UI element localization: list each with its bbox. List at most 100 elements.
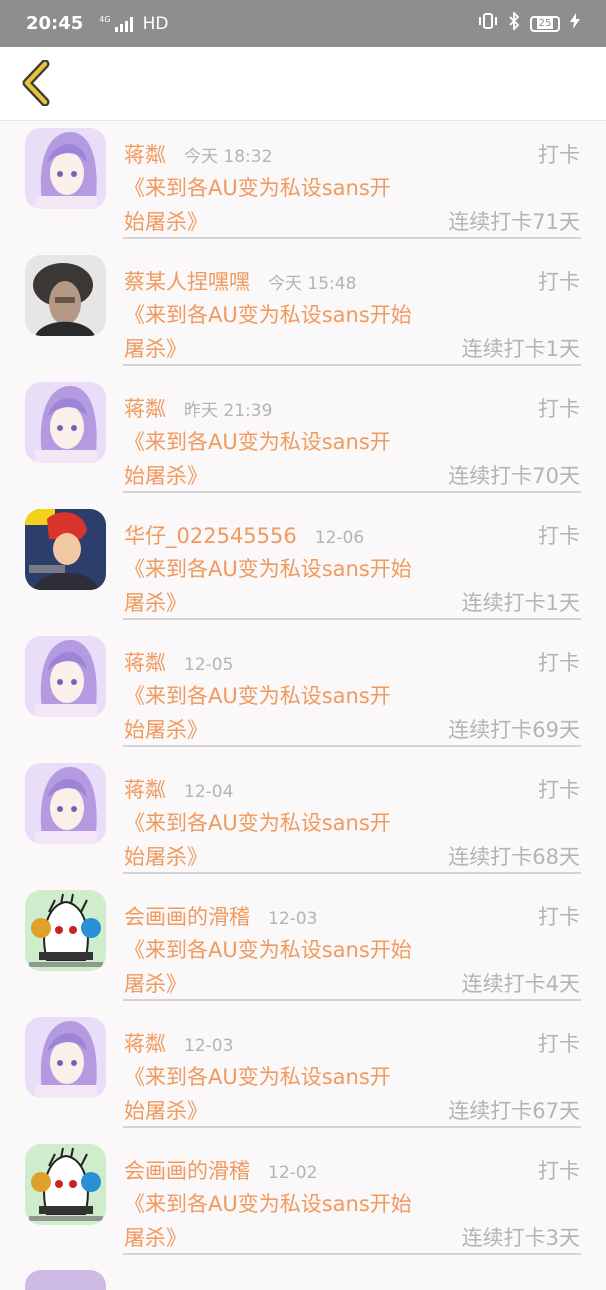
list-item[interactable]: 华仔_022545556 12-06 打卡 《来到各AU变为私设sans开始 屠… (0, 502, 606, 629)
post-time: 12-02 (268, 1163, 318, 1183)
avatar[interactable] (25, 763, 106, 844)
user-name[interactable]: 蒋粼 (124, 393, 166, 423)
item-header: 会画画的滑稽 12-03 (124, 901, 318, 929)
status-right: 25 (478, 10, 580, 35)
book-title-line-2: 始屠杀》 (124, 845, 208, 869)
list-item[interactable]: 蒋粼 12-04 打卡 《来到各AU变为私设sans开 始屠杀》 连续打卡68天 (0, 756, 606, 883)
divider (123, 1126, 581, 1128)
user-name[interactable]: 蒋粼 (124, 774, 166, 804)
divider (123, 872, 581, 874)
list-item[interactable]: 会画画的滑稽 12-03 打卡 《来到各AU变为私设sans开始 屠杀》 连续打… (0, 883, 606, 1010)
avatar[interactable] (25, 890, 106, 971)
streak-count: 连续打卡3天 (461, 1226, 580, 1250)
action-label: 打卡 (538, 397, 580, 421)
book-title-line-2: 始屠杀》 (124, 464, 208, 488)
book-title-line-2: 屠杀》 (124, 1226, 187, 1250)
book-title-line-2: 始屠杀》 (124, 210, 208, 234)
streak-count: 连续打卡67天 (448, 1099, 580, 1123)
action-label: 打卡 (538, 524, 580, 548)
list-item[interactable]: 蒋粼 昨天 21:39 打卡 《来到各AU变为私设sans开 始屠杀》 连续打卡… (0, 375, 606, 502)
book-title-line-1: 《来到各AU变为私设sans开 (124, 684, 391, 708)
book-title[interactable]: 《来到各AU变为私设sans开 始屠杀》 (124, 425, 391, 493)
status-time: 20:45 (26, 13, 84, 34)
action-label: 打卡 (538, 1032, 580, 1056)
item-header: 蒋粼 12-03 (124, 1028, 234, 1056)
book-title[interactable]: 《来到各AU变为私设sans开始 屠杀》 (124, 933, 412, 1001)
book-title[interactable]: 《来到各AU变为私设sans开始 屠杀》 (124, 552, 412, 620)
action-label: 打卡 (538, 1159, 580, 1183)
list-item[interactable]: 蒋粼 今天 18:32 打卡 《来到各AU变为私设sans开 始屠杀》 连续打卡… (0, 121, 606, 248)
book-title-line-1: 《来到各AU变为私设sans开始 (124, 303, 412, 327)
signal-icon: 4G (99, 15, 133, 32)
avatar[interactable] (25, 509, 106, 590)
avatar[interactable] (25, 255, 106, 336)
avatar[interactable] (25, 382, 106, 463)
bluetooth-icon (508, 10, 520, 35)
book-title-line-1: 《来到各AU变为私设sans开始 (124, 557, 412, 581)
item-header: 会画画的滑稽 12-02 (124, 1155, 318, 1183)
action-label: 打卡 (538, 270, 580, 294)
avatar[interactable] (25, 128, 106, 209)
book-title-line-1: 《来到各AU变为私设sans开 (124, 1065, 391, 1089)
user-name[interactable]: 蒋粼 (124, 139, 166, 169)
item-header: 蔡某人捏嘿嘿 今天 15:48 (124, 266, 357, 294)
avatar[interactable] (25, 636, 106, 717)
book-title-line-1: 《来到各AU变为私设sans开 (124, 811, 391, 835)
list-item[interactable]: 蒋粼 12-05 打卡 《来到各AU变为私设sans开 始屠杀》 连续打卡69天 (0, 629, 606, 756)
charging-icon (570, 13, 580, 34)
divider (123, 237, 581, 239)
list-item[interactable]: 蔡某人捏嘿嘿 今天 15:48 打卡 《来到各AU变为私设sans开始 屠杀》 … (0, 248, 606, 375)
action-label: 打卡 (538, 651, 580, 675)
battery-icon: 25 (530, 15, 560, 32)
status-bar: 20:45 4G HD 25 (0, 0, 606, 47)
streak-count: 连续打卡71天 (448, 210, 580, 234)
book-title[interactable]: 《来到各AU变为私设sans开 始屠杀》 (124, 679, 391, 747)
divider (123, 618, 581, 620)
post-time: 12-06 (314, 528, 365, 548)
book-title-line-2: 始屠杀》 (124, 718, 208, 742)
book-title-line-1: 《来到各AU变为私设sans开 (124, 176, 391, 200)
list-item[interactable]: 蒋粼 12-03 打卡 《来到各AU变为私设sans开 始屠杀》 连续打卡67天 (0, 1010, 606, 1137)
network-label: HD (142, 13, 169, 34)
post-time: 12-03 (268, 909, 318, 929)
streak-count: 连续打卡1天 (461, 591, 580, 615)
user-name[interactable]: 蒋粼 (124, 1028, 166, 1058)
checkin-list: 蒋粼 今天 18:32 打卡 《来到各AU变为私设sans开 始屠杀》 连续打卡… (0, 121, 606, 1264)
book-title[interactable]: 《来到各AU变为私设sans开始 屠杀》 (124, 1187, 412, 1255)
post-time: 昨天 21:39 (184, 401, 273, 421)
book-title-line-2: 屠杀》 (124, 337, 187, 361)
book-title-line-1: 《来到各AU变为私设sans开始 (124, 1192, 412, 1216)
streak-count: 连续打卡4天 (461, 972, 580, 996)
avatar[interactable] (25, 1144, 106, 1225)
book-title-line-1: 《来到各AU变为私设sans开始 (124, 938, 412, 962)
divider (123, 999, 581, 1001)
divider (123, 491, 581, 493)
book-title-line-1: 《来到各AU变为私设sans开 (124, 430, 391, 454)
book-title[interactable]: 《来到各AU变为私设sans开 始屠杀》 (124, 1060, 391, 1128)
divider (123, 364, 581, 366)
post-time: 今天 18:32 (184, 147, 273, 167)
status-left: 20:45 4G HD (26, 13, 168, 34)
list-item[interactable]: 会画画的滑稽 12-02 打卡 《来到各AU变为私设sans开始 屠杀》 连续打… (0, 1137, 606, 1264)
streak-count: 连续打卡69天 (448, 718, 580, 742)
book-title-line-2: 屠杀》 (124, 972, 187, 996)
item-header: 蒋粼 12-04 (124, 774, 234, 802)
back-button[interactable] (12, 59, 60, 107)
user-name[interactable]: 华仔_022545556 (124, 520, 297, 550)
avatar[interactable] (25, 1270, 106, 1290)
list-item-partial[interactable] (0, 1270, 606, 1290)
post-time: 12-05 (184, 655, 234, 675)
post-time: 今天 15:48 (268, 274, 357, 294)
item-header: 蒋粼 12-05 (124, 647, 234, 675)
avatar[interactable] (25, 1017, 106, 1098)
book-title[interactable]: 《来到各AU变为私设sans开 始屠杀》 (124, 806, 391, 874)
user-name[interactable]: 会画画的滑稽 (124, 901, 250, 931)
item-header: 蒋粼 昨天 21:39 (124, 393, 273, 421)
book-title[interactable]: 《来到各AU变为私设sans开 始屠杀》 (124, 171, 391, 239)
user-name[interactable]: 会画画的滑稽 (124, 1155, 250, 1185)
post-time: 12-03 (184, 1036, 234, 1056)
book-title[interactable]: 《来到各AU变为私设sans开始 屠杀》 (124, 298, 412, 366)
post-time: 12-04 (184, 782, 234, 802)
user-name[interactable]: 蔡某人捏嘿嘿 (124, 266, 250, 296)
user-name[interactable]: 蒋粼 (124, 647, 166, 677)
